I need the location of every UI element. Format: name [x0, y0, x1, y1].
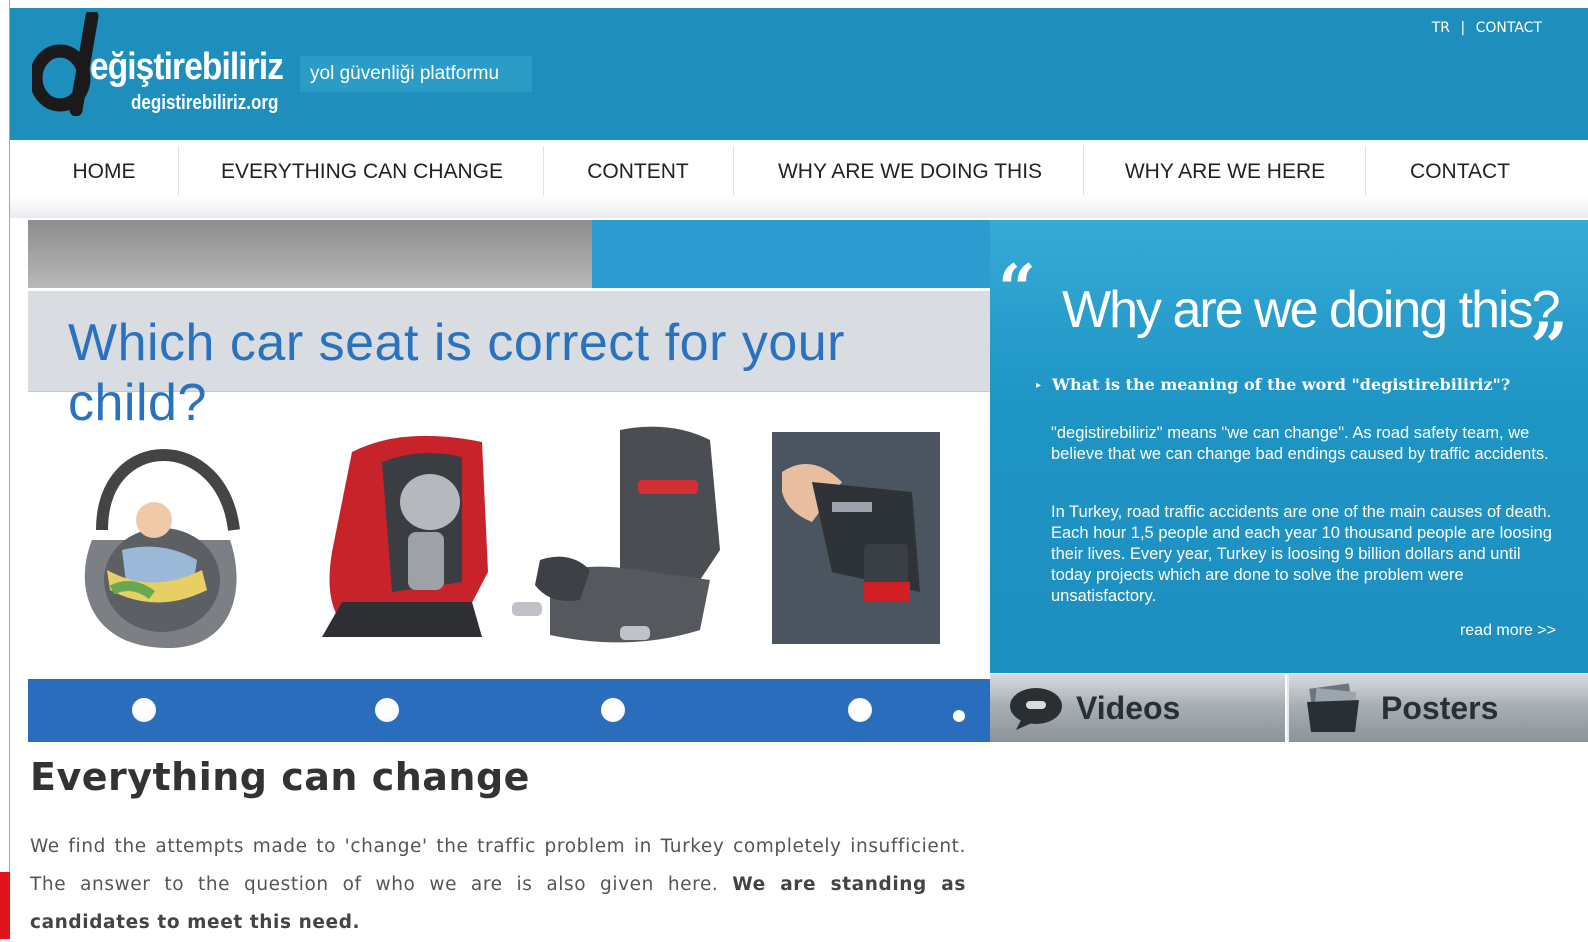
top-link-separator: |: [1460, 20, 1466, 36]
top-links: TR | CONTACT: [1432, 20, 1542, 36]
slider-title[interactable]: Which car seat is correct for your child…: [68, 313, 990, 433]
bullet-arrow-icon: ▸: [1036, 380, 1042, 391]
infant-carrier-seat-image[interactable]: [62, 420, 252, 660]
slider-dot-3[interactable]: [601, 698, 625, 722]
nav-divider: [1365, 146, 1366, 196]
nav-everything-can-change[interactable]: EVERYTHING CAN CHANGE: [200, 140, 524, 200]
nav-contact[interactable]: CONTACT: [1385, 140, 1535, 200]
slider-dot-4[interactable]: [848, 698, 872, 722]
slider-dot-5[interactable]: [953, 710, 965, 722]
slider-dot-1[interactable]: [132, 698, 156, 722]
nav-divider: [543, 146, 544, 196]
nav-home[interactable]: HOME: [40, 140, 168, 200]
nav-why-are-we-here[interactable]: WHY ARE WE HERE: [1100, 140, 1350, 200]
open-quote-icon: “: [998, 250, 1036, 328]
slider-top-gray-band: [28, 220, 592, 288]
logo-url[interactable]: degistirebiliriz.org: [131, 92, 278, 115]
speech-bubble-icon: [1010, 688, 1062, 730]
slider-dot-2[interactable]: [375, 698, 399, 722]
nav-divider: [178, 146, 179, 196]
main-nav: HOME EVERYTHING CAN CHANGE CONTENT WHY A…: [10, 140, 1588, 218]
posters-label: Posters: [1381, 690, 1499, 726]
slider-title-band: Which car seat is correct for your child…: [28, 291, 990, 432]
logo-name[interactable]: eğiştirebiliriz: [90, 46, 284, 89]
close-quote-icon: ”: [1530, 308, 1568, 386]
page-left-border: [0, 0, 10, 939]
slider-pagination-bar: [28, 679, 990, 742]
why-are-we-doing-this-panel: “ Why are we doing this? ” ▸ What is the…: [990, 220, 1588, 673]
content-title: Everything can change: [30, 755, 530, 799]
folder-photos-icon: [1307, 683, 1359, 732]
nav-divider: [733, 146, 734, 196]
why-panel-question: What is the meaning of the word "degisti…: [1052, 375, 1511, 394]
site-header: eğiştirebiliriz degistirebiliriz.org yol…: [10, 8, 1588, 140]
seat-belt-buckle-image[interactable]: [772, 432, 940, 644]
read-more-link[interactable]: read more >>: [1460, 622, 1556, 640]
why-panel-paragraph-1: "degistirebiliriz" means "we can change"…: [1051, 424, 1549, 463]
red-edge-decoration: [0, 872, 10, 939]
posters-tile[interactable]: Posters: [1287, 674, 1588, 742]
booster-seat-image[interactable]: [512, 426, 720, 643]
nav-why-are-we-doing-this[interactable]: WHY ARE WE DOING THIS: [750, 140, 1070, 200]
nav-divider: [1083, 146, 1084, 196]
language-link[interactable]: TR: [1432, 20, 1450, 36]
slider-top-blue-band: [592, 220, 990, 288]
videos-tile[interactable]: Videos: [990, 674, 1285, 742]
convertible-car-seat-image[interactable]: [322, 435, 488, 637]
videos-label: Videos: [1076, 690, 1181, 726]
top-contact-link[interactable]: CONTACT: [1476, 20, 1542, 36]
nav-content[interactable]: CONTENT: [560, 140, 716, 200]
why-panel-paragraph-2: In Turkey, road traffic accidents are on…: [1051, 503, 1552, 605]
why-panel-title[interactable]: Why are we doing this?: [1062, 280, 1560, 340]
content-text: We find the attempts made to 'change' th…: [30, 828, 966, 942]
site-tagline: yol güvenliği platformu: [300, 56, 532, 92]
